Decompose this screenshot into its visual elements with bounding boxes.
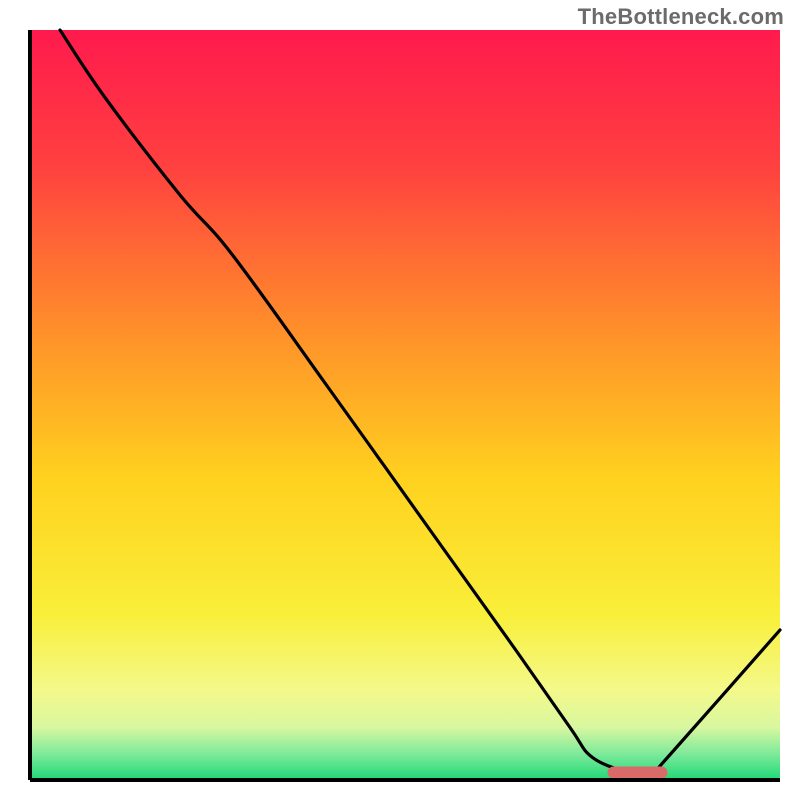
optimal-range-marker [608, 767, 668, 779]
chart-svg [0, 0, 800, 800]
watermark-text: TheBottleneck.com [578, 4, 784, 30]
plot-background [30, 30, 780, 780]
chart-container: TheBottleneck.com [0, 0, 800, 800]
